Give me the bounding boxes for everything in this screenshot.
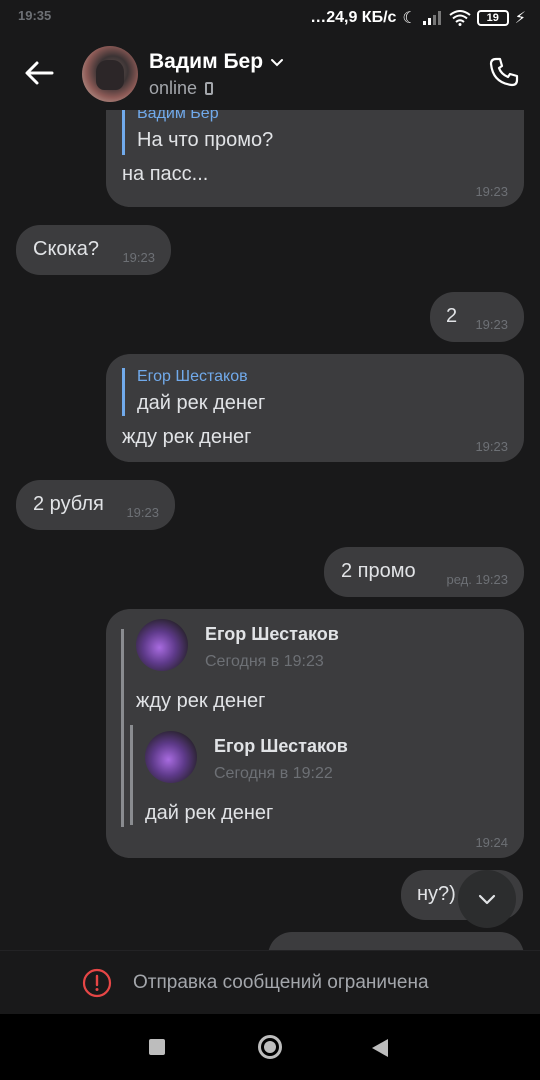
nested-forward-avatar[interactable] <box>145 731 197 783</box>
recent-apps-icon[interactable] <box>149 1039 165 1055</box>
moon-icon: ☾ <box>402 10 417 27</box>
nested-forward-text: дай рек денег <box>145 802 274 824</box>
system-navigation-bar <box>0 1014 540 1080</box>
phone-call-icon[interactable] <box>488 56 520 88</box>
message-time: 19:23 <box>126 505 159 520</box>
forward-author[interactable]: Егор Шестаков <box>205 624 339 645</box>
message-bubble-outgoing[interactable]: 2 промо ред. 19:23 <box>324 547 524 597</box>
message-time: 19:24 <box>475 835 508 850</box>
back-arrow-icon[interactable] <box>22 56 56 90</box>
restricted-text: Отправка сообщений ограничена <box>133 972 429 993</box>
message-text: ну?) <box>417 883 456 905</box>
message-text: 2 рубля <box>33 493 104 515</box>
reply-quote[interactable]: Егор Шестаков дай рек денег <box>122 368 265 416</box>
scroll-to-bottom-button[interactable] <box>458 870 516 928</box>
message-bubble-outgoing[interactable]: 2 19:23 <box>430 292 524 342</box>
status-bar: 19:35 …24,9 КБ/с ☾ 19 ⚡ <box>0 0 540 36</box>
chevron-down-icon[interactable] <box>270 56 284 70</box>
forward-avatar[interactable] <box>136 619 188 671</box>
warning-circle-icon <box>82 968 112 998</box>
message-bubble-outgoing[interactable]: Вадим Бер На что промо? на пасс... 19:23 <box>106 110 524 207</box>
reply-text: На что промо? <box>137 129 274 151</box>
message-text: на пасс... <box>122 163 209 185</box>
message-bubble-incoming[interactable]: Скока? 19:23 <box>16 225 171 275</box>
mobile-device-icon <box>205 82 214 95</box>
contact-status: online <box>149 78 214 99</box>
message-bubble-incoming[interactable]: 2 рубля 19:23 <box>16 480 175 530</box>
chevron-down-icon <box>478 894 496 905</box>
charging-icon: ⚡ <box>514 10 526 27</box>
reply-author: Вадим Бер <box>137 110 219 122</box>
message-bubble-partial[interactable] <box>268 932 524 950</box>
message-time: ред. 19:23 <box>446 572 508 587</box>
nested-forward-bar <box>130 725 133 825</box>
cellular-signal-icon <box>422 11 441 25</box>
message-bubble-outgoing[interactable]: Егор Шестаков дай рек денег жду рек дене… <box>106 354 524 462</box>
home-icon[interactable] <box>258 1035 282 1059</box>
forward-date: Сегодня в 19:23 <box>205 653 324 670</box>
chat-header: Вадим Бер online <box>0 36 540 110</box>
message-text: жду рек денег <box>122 426 252 448</box>
nested-forward-date: Сегодня в 19:22 <box>214 765 333 782</box>
nav-back-icon[interactable] <box>372 1039 388 1057</box>
battery-icon: 19 <box>476 10 509 26</box>
network-speed: …24,9 КБ/с <box>310 9 397 26</box>
message-time: 19:23 <box>122 250 155 265</box>
reply-quote[interactable]: Вадим Бер На что промо? <box>122 110 273 155</box>
reply-author: Егор Шестаков <box>137 368 248 385</box>
message-text: 2 <box>446 305 458 327</box>
reply-text: дай рек денег <box>137 392 266 414</box>
contact-name[interactable]: Вадим Бер <box>149 50 263 74</box>
nested-forward-author[interactable]: Егор Шестаков <box>214 736 348 757</box>
contact-avatar[interactable] <box>82 46 138 102</box>
forward-text: жду рек денег <box>136 690 266 712</box>
message-text: 2 промо <box>341 560 416 582</box>
message-bubble-forwarded[interactable]: Егор Шестаков Сегодня в 19:23 жду рек де… <box>106 609 524 858</box>
message-list[interactable]: Вадим Бер На что промо? на пасс... 19:23… <box>0 110 540 950</box>
online-status: online <box>149 78 198 98</box>
message-time: 19:23 <box>475 439 508 454</box>
message-time: 19:23 <box>475 317 508 332</box>
messaging-restricted-bar: Отправка сообщений ограничена <box>0 950 540 1014</box>
message-time: 19:23 <box>475 184 508 199</box>
wifi-icon <box>449 10 471 26</box>
forward-bar <box>121 629 124 827</box>
message-text: Скока? <box>33 238 99 260</box>
status-right: …24,9 КБ/с ☾ 19 ⚡ <box>310 8 526 28</box>
